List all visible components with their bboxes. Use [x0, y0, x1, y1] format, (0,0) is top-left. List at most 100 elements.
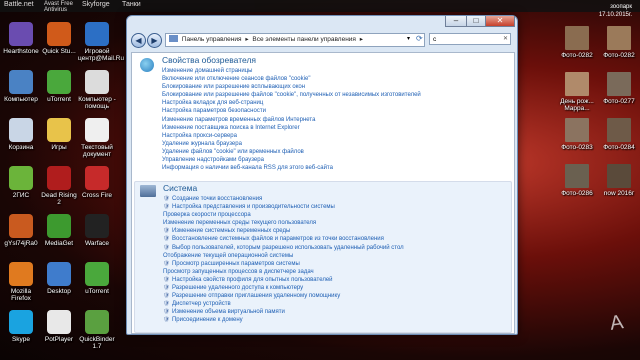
- group-title-system[interactable]: Система: [163, 183, 511, 193]
- photo-thumbnail: [607, 118, 631, 142]
- desktop-photo-3[interactable]: День рож... Марра...: [556, 72, 598, 112]
- desktop-icon-dead-rising-2[interactable]: Dead Rising 2: [40, 166, 78, 206]
- clock-line-1: зоопарк: [610, 4, 632, 10]
- desktop-icon-image: [85, 118, 109, 142]
- result-link[interactable]: Изменение поставщика поиска в Internet E…: [162, 124, 510, 132]
- refresh-icon[interactable]: ⟳: [416, 34, 423, 43]
- result-link[interactable]: Изменение переменных среды текущего поль…: [163, 219, 511, 227]
- desktop-icon-label: Текстовый документ: [81, 144, 113, 158]
- result-link[interactable]: Изменение системных переменных среды: [163, 227, 511, 235]
- desktop-icon-mediaget[interactable]: MediaGet: [40, 214, 78, 247]
- result-link[interactable]: Выбор пользователей, которым разрешено и…: [163, 244, 511, 252]
- desktop-icon-image: [85, 22, 109, 46]
- desktop-clock: зоопарк 17.10.2015г.: [599, 3, 632, 19]
- desktop-photo-label: Фото-0282: [561, 52, 593, 59]
- photo-thumbnail: [565, 118, 589, 142]
- result-link[interactable]: Изменение домашней страницы: [162, 67, 510, 75]
- desktop-icon-компьютер-помощь[interactable]: Компьютер - помощь: [78, 70, 116, 110]
- desktop-icon-label: QuickBinder 1.7: [79, 336, 115, 350]
- desktop-icon-mozilla-firefox[interactable]: Mozilla Firefox: [2, 262, 40, 302]
- desktop-icon-игровой-центр-mail-ru[interactable]: Игровой центр@Mail.Ru: [78, 22, 124, 62]
- desktop-photo-7[interactable]: Фото-0286: [556, 164, 598, 197]
- desktop-icon-2гис[interactable]: 2ГИС: [2, 166, 40, 199]
- result-link[interactable]: Разрешение удаленного доступа к компьюте…: [163, 284, 511, 292]
- desktop-photo-2[interactable]: Фото-0282: [598, 26, 640, 59]
- desktop-photo-5[interactable]: Фото-0283: [556, 118, 598, 151]
- window-titlebar[interactable]: – □ ✕: [127, 16, 517, 28]
- result-link[interactable]: Диспетчер устройств: [163, 300, 511, 308]
- breadcrumb-control-panel[interactable]: Панель управления: [182, 36, 242, 43]
- result-link[interactable]: Просмотр запущенных процессов в диспетче…: [163, 268, 511, 276]
- maximize-button[interactable]: □: [466, 16, 486, 27]
- result-link[interactable]: Включение или отключение сеансов файлов …: [162, 75, 510, 83]
- result-link[interactable]: Настройка вкладок для веб-страниц: [162, 99, 510, 107]
- result-link[interactable]: Блокирование или разрешение файлов "cook…: [162, 91, 510, 99]
- desktop-icon-компьютер[interactable]: Компьютер: [2, 70, 40, 103]
- desktop-icon-label: Hearthstone: [3, 48, 39, 55]
- watermark-logo: A: [608, 311, 625, 335]
- address-bar[interactable]: Панель управления ▸ Все элементы панели …: [165, 33, 425, 47]
- result-link[interactable]: Удаление журнала браузера: [162, 140, 510, 148]
- result-link[interactable]: Восстановление системных файлов и параме…: [163, 235, 511, 243]
- desktop-icon-игры[interactable]: Игры: [40, 118, 78, 151]
- close-button[interactable]: ✕: [485, 16, 515, 27]
- desktop-label-tanki: Танки: [122, 1, 141, 8]
- desktop-icon-warface[interactable]: Warface: [78, 214, 116, 247]
- desktop-icon-label: Компьютер - помощь: [78, 96, 116, 110]
- search-results-pane: Свойства обозревателя Изменение домашней…: [131, 52, 515, 334]
- desktop-icon-skype[interactable]: Skype: [2, 310, 40, 343]
- result-link[interactable]: Просмотр расширенных параметров системы: [163, 260, 511, 268]
- desktop-icon-image: [47, 262, 71, 286]
- result-link[interactable]: Отображение текущей операционной системы: [163, 252, 511, 260]
- desktop-icon-desktop[interactable]: Desktop: [40, 262, 78, 295]
- group-title-internet-options[interactable]: Свойства обозревателя: [162, 55, 510, 65]
- result-link[interactable]: Информация о наличии веб-канала RSS для …: [162, 164, 510, 172]
- desktop-icon-quickbinder-1-7[interactable]: QuickBinder 1.7: [78, 310, 116, 350]
- desktop-photo-4[interactable]: Фото-0277: [598, 72, 640, 105]
- clear-search-icon[interactable]: ✕: [503, 35, 508, 42]
- result-link[interactable]: Управление надстройками браузера: [162, 156, 510, 164]
- result-link[interactable]: Проверка скорости процессора: [163, 211, 511, 219]
- photo-thumbnail: [565, 164, 589, 188]
- result-link[interactable]: Разрешение отправки приглашения удаленно…: [163, 292, 511, 300]
- result-link[interactable]: Блокирование или разрешение всплывающих …: [162, 83, 510, 91]
- desktop-icon-label: Warface: [85, 240, 109, 247]
- desktop-icon-image: [9, 70, 33, 94]
- result-link[interactable]: Настройка прокси-сервера: [162, 132, 510, 140]
- desktop-icon-quick-stu[interactable]: Quick Stu...: [40, 22, 78, 55]
- breadcrumb-separator[interactable]: ▸: [360, 36, 363, 43]
- desktop-icon-корзина[interactable]: Корзина: [2, 118, 40, 151]
- desktop-icon-label: 2ГИС: [12, 192, 30, 199]
- desktop-icon-текстовый-документ[interactable]: Текстовый документ: [78, 118, 116, 158]
- desktop-icon-hearthstone[interactable]: Hearthstone: [2, 22, 40, 55]
- result-link[interactable]: Создание точки восстановления: [163, 195, 511, 203]
- desktop-icon-cross-fire[interactable]: Cross Fire: [78, 166, 116, 199]
- desktop-icon-utorrent[interactable]: uTorrent: [40, 70, 78, 103]
- desktop-icon-label: uTorrent: [85, 288, 109, 295]
- internet-options-icon: [140, 58, 154, 72]
- desktop-photo-1[interactable]: Фото-0282: [556, 26, 598, 59]
- result-link[interactable]: Настройка параметров безопасности: [162, 107, 510, 115]
- desktop-icon-label: gYsl74jRa0: [4, 240, 38, 247]
- dropdown-arrow-icon[interactable]: ▾: [407, 35, 410, 42]
- result-link[interactable]: Настройка свойств профиля для опытных по…: [163, 276, 511, 284]
- desktop-photo-6[interactable]: Фото-0284: [598, 118, 640, 151]
- result-link[interactable]: Изменение параметров временных файлов Ин…: [162, 116, 510, 124]
- result-link[interactable]: Удаление файлов "cookie" или временных ф…: [162, 148, 510, 156]
- desktop-icon-gysl74jra0[interactable]: gYsl74jRa0: [2, 214, 40, 247]
- forward-button[interactable]: ▶: [147, 33, 162, 48]
- desktop-photo-label: now 2016г: [603, 190, 635, 197]
- minimize-button[interactable]: –: [445, 16, 467, 27]
- result-link[interactable]: Изменение объема виртуальной памяти: [163, 308, 511, 316]
- desktop-icon-potplayer[interactable]: PotPlayer: [40, 310, 78, 343]
- result-link[interactable]: Настройка представления и производительн…: [163, 203, 511, 211]
- back-button[interactable]: ◀: [131, 33, 146, 48]
- result-link[interactable]: Присоединение к домену: [163, 316, 511, 324]
- desktop-icon-image: [47, 118, 71, 142]
- breadcrumb-all-items[interactable]: Все элементы панели управления: [252, 36, 356, 43]
- desktop-photo-8[interactable]: now 2016г: [598, 164, 640, 197]
- desktop-icon-utorrent[interactable]: uTorrent: [78, 262, 116, 295]
- search-input[interactable]: с: [429, 33, 511, 45]
- breadcrumb-separator[interactable]: ▸: [245, 36, 248, 43]
- desktop-icon-image: [9, 214, 33, 238]
